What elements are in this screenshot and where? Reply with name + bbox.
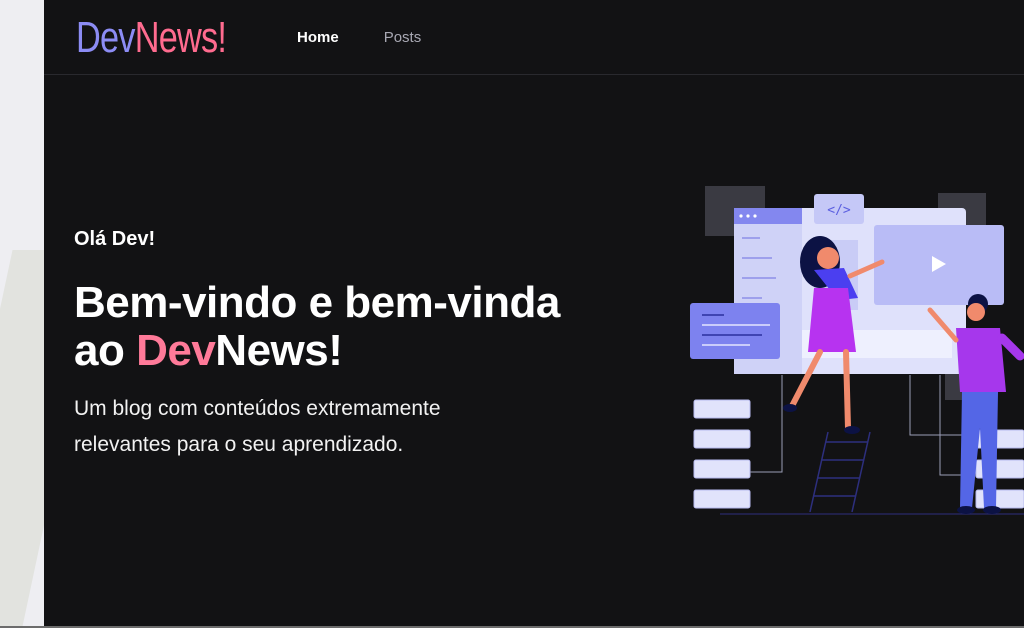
hero-headline: Bem-vindo e bem-vinda ao DevNews! bbox=[74, 279, 634, 375]
logo-dev: Dev bbox=[76, 13, 135, 62]
headline-suffix: News! bbox=[215, 326, 343, 375]
headline-line1: Bem-vindo e bem-vinda bbox=[74, 278, 560, 327]
hero-section: Olá Dev! Bem-vindo e bem-vinda ao DevNew… bbox=[74, 225, 634, 463]
logo-news: News! bbox=[134, 13, 227, 62]
man-figure bbox=[927, 294, 1024, 514]
site-header: DevNews! Home Posts bbox=[44, 0, 1024, 75]
headline-accent: Dev bbox=[136, 326, 216, 375]
svg-text:</>: </> bbox=[827, 203, 851, 218]
left-strip-shape bbox=[0, 250, 44, 628]
left-strip bbox=[0, 0, 44, 628]
nav-home-link[interactable]: Home bbox=[297, 28, 339, 48]
main-nav: Home Posts bbox=[297, 28, 421, 48]
hero-greeting: Olá Dev! bbox=[74, 228, 156, 250]
headline-prefix: ao bbox=[74, 326, 137, 375]
subtitle-line1: Um blog com conteúdos extremamente bbox=[74, 397, 441, 420]
subtitle-line2: relevantes para o seu aprendizado. bbox=[74, 433, 404, 456]
developers-illustration: </> bbox=[680, 180, 1024, 520]
site-logo[interactable]: DevNews! bbox=[76, 12, 227, 64]
app-page: DevNews! Home Posts Olá Dev! Bem-vindo e… bbox=[44, 0, 1024, 628]
hero-subtitle: Um blog com conteúdos extremamente relev… bbox=[74, 391, 634, 463]
nav-posts-link[interactable]: Posts bbox=[384, 28, 422, 48]
